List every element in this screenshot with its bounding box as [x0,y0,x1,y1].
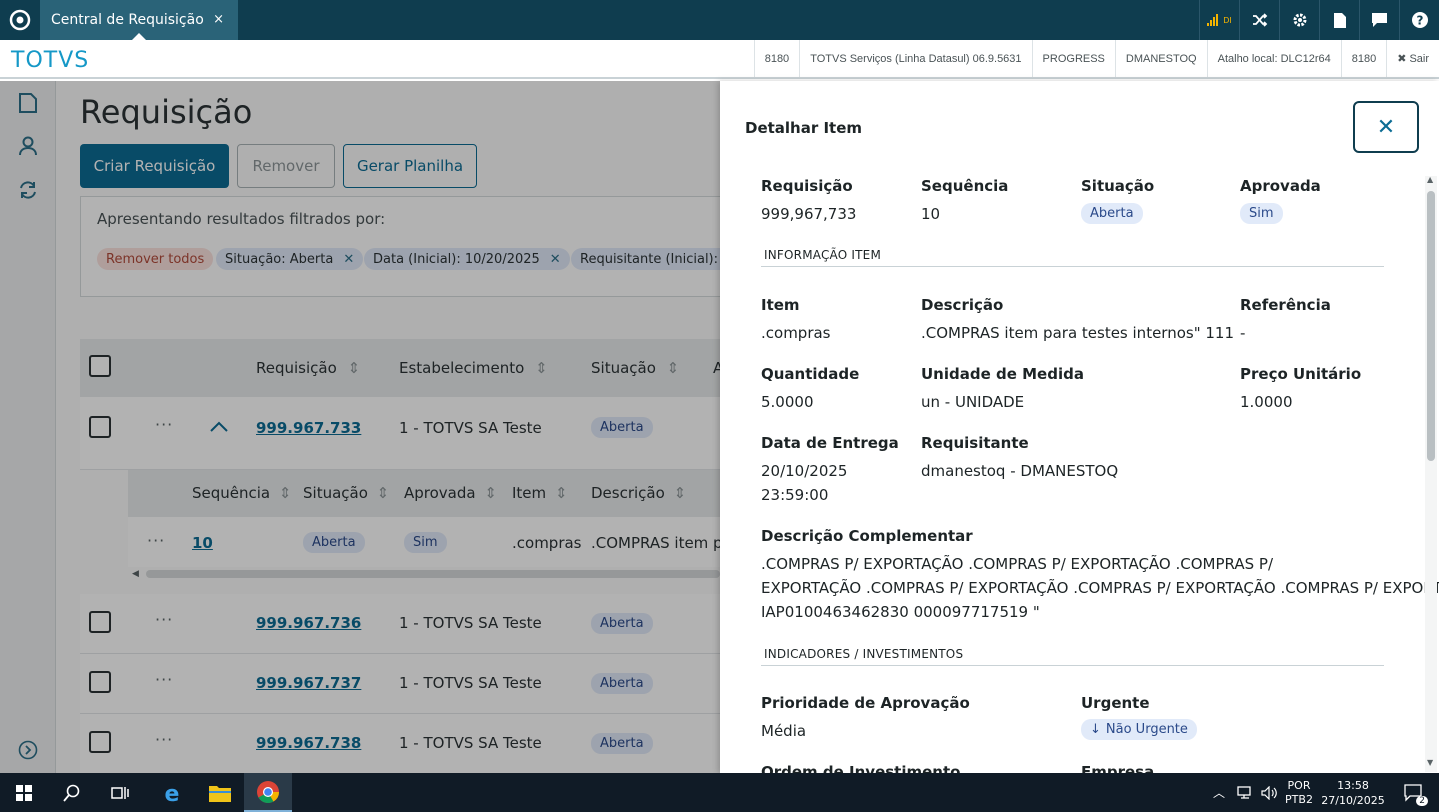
info-db: PROGRESS [1031,40,1115,77]
panel-title: Detalhar Item [745,119,863,137]
document-icon[interactable] [1319,0,1359,40]
label-item: Item [761,296,800,314]
section-item-info: INFORMAÇÃO ITEM [761,248,1384,267]
network-icon[interactable] [1234,773,1256,812]
value-desc-comp-line2: EXPORTAÇÃO .COMPRAS P/ EXPORTAÇÃO .COMPR… [761,579,1439,597]
urgency-badge: ↓ Não Urgente [1081,719,1197,740]
detail-panel: Detalhar Item ✕ Requisição 999,967,733 S… [720,81,1439,773]
shuffle-icon[interactable] [1239,0,1279,40]
label-entrega: Data de Entrega [761,434,899,452]
tab-central-requisicao[interactable]: Central de Requisição × [40,0,238,40]
keyboard-layout: PTB2 [1285,792,1313,806]
label-urgente: Urgente [1081,694,1150,712]
ie-browser-icon[interactable]: e [148,773,196,812]
clock-time: 13:58 [1337,778,1369,792]
clock-date: 27/10/2025 [1321,793,1385,807]
close-icon: ✕ [1376,114,1396,140]
label-situacao: Situação [1081,177,1155,195]
scroll-up-icon[interactable]: ▲ [1427,175,1433,184]
gear-icon[interactable] [1279,0,1319,40]
modal-backdrop[interactable] [0,81,720,773]
close-panel-button[interactable]: ✕ [1353,101,1419,153]
info-user: DMANESTOQ [1114,40,1207,77]
label-descricao: Descrição [921,296,1004,314]
top-bar: Central de Requisição × DI ? [0,0,1439,40]
tab-close-button[interactable]: × [213,12,224,27]
label-referencia: Referência [1240,296,1331,314]
chrome-icon[interactable] [244,773,292,812]
label-preco: Preço Unitário [1240,365,1362,383]
status-badge: Aberta [1081,203,1143,224]
info-product: TOTVS Serviços (Linha Datasul) 06.9.5631 [799,40,1031,77]
file-explorer-icon[interactable] [196,773,244,812]
label-desc-comp: Descrição Complementar [761,527,973,545]
value-entrega-date: 20/10/2025 [761,462,848,480]
windows-start-icon[interactable] [0,773,48,812]
tab-title: Central de Requisição [51,12,204,28]
clock[interactable]: 13:58 27/10/2025 [1318,773,1388,812]
system-info: 8180 TOTVS Serviços (Linha Datasul) 06.9… [753,40,1439,77]
value-item: .compras [761,324,831,342]
label-aprovada: Aprovada [1240,177,1321,195]
label-empresa: Empresa [1081,763,1155,773]
arrow-down-icon: ↓ [1090,722,1101,737]
value-sequencia: 10 [921,205,941,223]
scroll-down-icon[interactable]: ▼ [1427,758,1433,767]
value-requisicao: 999,967,733 [761,205,857,223]
label-ordem: Ordem de Investimento [761,763,961,773]
language-indicator[interactable]: POR PTB2 [1282,773,1316,812]
label-quantidade: Quantidade [761,365,860,383]
label-unidade: Unidade de Medida [921,365,1084,383]
app-logo-icon[interactable] [0,0,40,40]
svg-text:?: ? [1416,14,1423,28]
value-desc-comp-line1: .COMPRAS P/ EXPORTAÇÃO .COMPRAS P/ EXPOR… [761,555,1273,573]
notifications-icon[interactable]: 2 [1392,773,1436,812]
value-desc-comp-line3: IAP0100463462830 000097717519 " [761,603,1040,621]
logout-label: Sair [1409,52,1429,65]
value-entrega-time: 23:59:00 [761,486,829,504]
lang-code: POR [1287,778,1311,792]
volume-icon[interactable] [1258,773,1280,812]
close-icon: ✖ [1397,53,1407,65]
search-icon[interactable] [48,773,96,812]
signal-label: DI [1223,15,1232,25]
value-unidade: un - UNIDADE [921,393,1025,411]
value-prioridade: Média [761,722,807,740]
help-icon[interactable]: ? [1399,0,1439,40]
value-quantidade: 5.0000 [761,393,814,411]
label-prioridade: Prioridade de Aprovação [761,694,970,712]
task-view-icon[interactable] [96,773,144,812]
value-preco: 1.0000 [1240,393,1293,411]
scrollbar-thumb[interactable] [1427,191,1435,461]
svg-text:e: e [165,782,180,805]
signal-icon[interactable]: DI [1199,0,1239,40]
label-requisicao: Requisição [761,177,853,195]
label-sequencia: Sequência [921,177,1009,195]
chat-icon[interactable] [1359,0,1399,40]
section-indicators: INDICADORES / INVESTIMENTOS [761,647,1384,666]
brand-logo: TOTVS [11,48,90,73]
brand-bar: TOTVS 8180 TOTVS Serviços (Linha Datasul… [0,40,1439,79]
tab-notch [132,33,146,40]
approved-badge: Sim [1240,203,1283,224]
notification-count: 2 [1416,796,1428,806]
windows-taskbar: e ︿ POR PTB2 13:58 27/10/2025 2 [0,773,1439,812]
urgency-label: Não Urgente [1105,722,1188,737]
info-shortcut: Atalho local: DLC12r64 [1206,40,1341,77]
info-port2: 8180 [1340,40,1386,77]
value-requisitante: dmanestoq - DMANESTOQ [921,462,1119,480]
logout-button[interactable]: ✖ Sair [1386,40,1439,77]
info-port: 8180 [753,40,799,77]
label-requisitante: Requisitante [921,434,1029,452]
value-referencia: - [1240,324,1246,342]
tray-expand-icon[interactable]: ︿ [1208,773,1230,812]
value-descricao: .COMPRAS item para testes internos" 111 [921,324,1235,342]
panel-scrollbar[interactable] [1425,176,1437,772]
